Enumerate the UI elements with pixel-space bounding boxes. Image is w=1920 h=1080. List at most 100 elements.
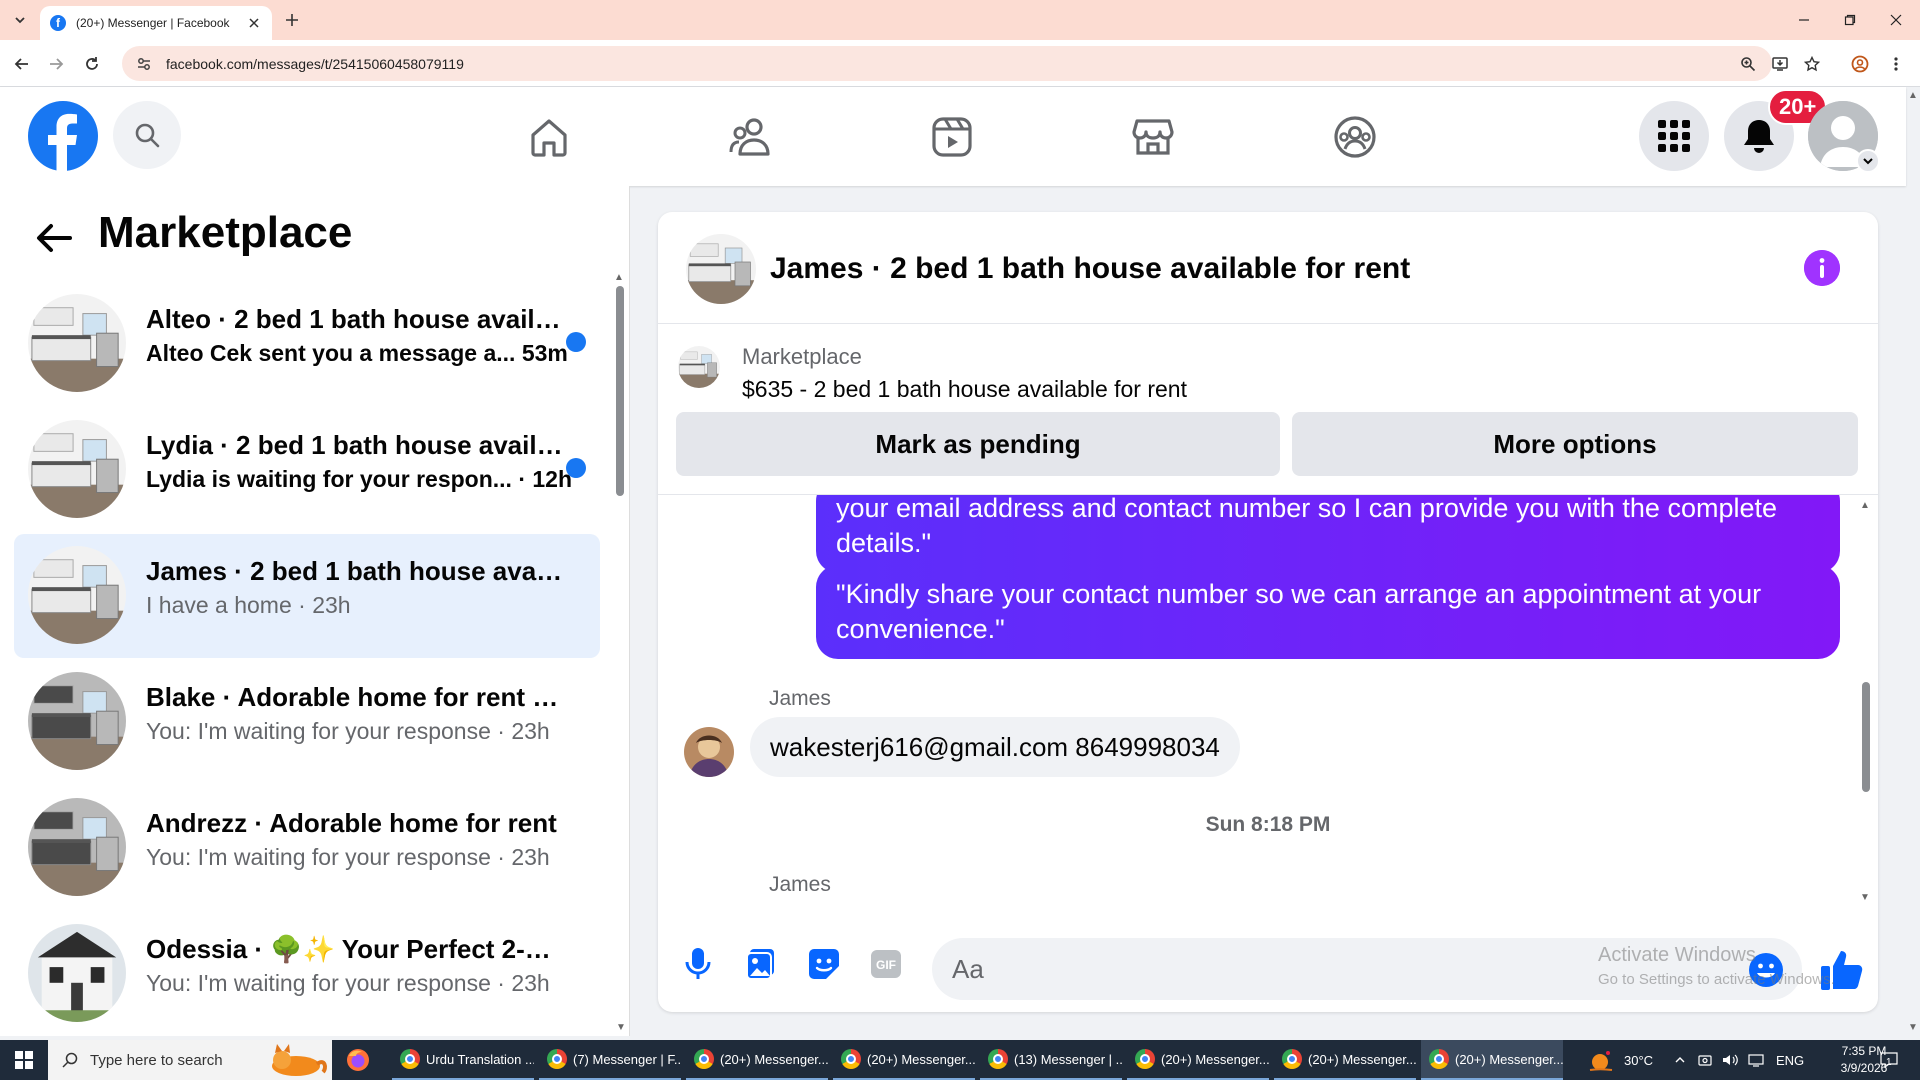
- windows-start-button[interactable]: [0, 1040, 48, 1080]
- taskbar-search-icon: [62, 1052, 78, 1068]
- reload-icon[interactable]: [80, 52, 104, 76]
- taskbar-window-item[interactable]: (20+) Messenger...: [1127, 1040, 1269, 1080]
- incoming-message[interactable]: wakesterj616@gmail.com 8649998034: [750, 717, 1240, 777]
- conversation-preview: You: I'm waiting for your response · 23h: [146, 970, 550, 996]
- conversation-thumbnail: [28, 924, 126, 1022]
- tray-icons[interactable]: ENG: [1674, 1040, 1804, 1080]
- thread-scrollbar[interactable]: [1862, 682, 1870, 792]
- tab-title: (20+) Messenger | Facebook: [76, 16, 230, 30]
- facebook-logo-icon[interactable]: [28, 101, 98, 171]
- site-info-icon[interactable]: [136, 56, 152, 72]
- attach-photo-button[interactable]: [739, 942, 783, 986]
- conversation-info-button[interactable]: [1804, 250, 1840, 286]
- home-icon: [531, 119, 567, 157]
- search-highlight-fox-icon[interactable]: [262, 1042, 328, 1078]
- facebook-header: 20+: [0, 87, 1906, 186]
- input-language[interactable]: ENG: [1776, 1053, 1804, 1068]
- forward-arrow-icon[interactable]: [44, 52, 68, 76]
- chrome-icon: [988, 1049, 1008, 1069]
- voice-clip-button[interactable]: [676, 942, 720, 986]
- nav-friends-button[interactable]: [723, 109, 779, 165]
- taskbar-window-item[interactable]: (20+) Messenger...: [1274, 1040, 1416, 1080]
- conversation-title: James · 2 bed 1 bath house available for…: [146, 556, 566, 586]
- sidebar-scrollbar[interactable]: [616, 286, 624, 496]
- new-tab-plus-icon[interactable]: [280, 8, 304, 32]
- zoom-icon[interactable]: [1736, 52, 1760, 76]
- bookmark-star-icon[interactable]: [1800, 52, 1824, 76]
- conversation-item[interactable]: Blake · Adorable home for rent 2 bed You:…: [14, 660, 600, 784]
- thread-scroll-down-arrow[interactable]: ▼: [1860, 892, 1870, 903]
- taskbar-window-item[interactable]: (7) Messenger | F...: [539, 1040, 681, 1080]
- browser-menu-icon[interactable]: [1884, 52, 1908, 76]
- close-tab-icon[interactable]: [246, 15, 262, 31]
- mark-as-pending-button[interactable]: Mark as pending: [676, 412, 1280, 476]
- sidebar-scroll-up-arrow[interactable]: ▲: [614, 272, 626, 283]
- message-thread: your email address and contact number so…: [658, 494, 1878, 916]
- nav-home-button[interactable]: [521, 109, 577, 165]
- url-text[interactable]: facebook.com/messages/t/2541506045807911…: [166, 56, 464, 72]
- restore-window-icon[interactable]: [1838, 8, 1862, 32]
- marketplace-label: Marketplace: [742, 344, 862, 369]
- taskbar-window-item[interactable]: (20+) Messenger...: [1421, 1040, 1563, 1080]
- back-button[interactable]: [30, 214, 78, 262]
- conversation-preview: You: I'm waiting for your response · 23h: [146, 844, 550, 870]
- grid-menu-icon: [1658, 120, 1690, 152]
- firefox-icon[interactable]: [346, 1048, 370, 1072]
- conversation-item[interactable]: Lydia · 2 bed 1 bath house available for…: [14, 408, 600, 532]
- tab-search-dropdown-icon[interactable]: [8, 8, 32, 32]
- conversation-item[interactable]: James · 2 bed 1 bath house available for…: [14, 534, 600, 658]
- sidebar-title: Marketplace: [98, 208, 353, 257]
- marketplace-listing-thumbnail[interactable]: [678, 346, 720, 388]
- conversation-title: Odessia · 🌳✨ Your Perfect 2-Bedroom: [146, 934, 566, 964]
- profile-avatar-icon[interactable]: [1848, 52, 1872, 76]
- menu-apps-button[interactable]: [1639, 101, 1709, 171]
- page-scroll-up-arrow[interactable]: ▲: [1908, 90, 1918, 101]
- search-button[interactable]: [113, 101, 181, 169]
- volume-icon[interactable]: [1722, 1053, 1738, 1067]
- nav-video-button[interactable]: [924, 109, 980, 165]
- conversation-preview: I have a home · 23h: [146, 592, 351, 618]
- taskbar-window-item[interactable]: (13) Messenger | ...: [980, 1040, 1122, 1080]
- notification-center-button[interactable]: 1: [1880, 1040, 1898, 1080]
- sticker-button[interactable]: [802, 942, 846, 986]
- nav-groups-button[interactable]: [1327, 109, 1383, 165]
- sender-avatar[interactable]: [684, 727, 734, 777]
- taskbar-window-item[interactable]: (20+) Messenger...: [686, 1040, 828, 1080]
- minimize-window-icon[interactable]: [1792, 8, 1816, 32]
- browser-tab-active[interactable]: f (20+) Messenger | Facebook: [40, 6, 272, 40]
- chevron-up-icon[interactable]: [1674, 1054, 1686, 1066]
- install-app-icon[interactable]: [1768, 52, 1792, 76]
- conversation-item[interactable]: Alteo · 2 bed 1 bath house available for…: [14, 282, 600, 406]
- taskbar-window-label: (20+) Messenger...: [1455, 1051, 1563, 1067]
- gif-button[interactable]: GIF: [864, 942, 908, 986]
- omnibox[interactable]: facebook.com/messages/t/2541506045807911…: [122, 46, 1772, 81]
- more-options-button[interactable]: More options: [1292, 412, 1858, 476]
- chrome-icon: [694, 1049, 714, 1069]
- close-window-icon[interactable]: [1884, 8, 1908, 32]
- outgoing-message[interactable]: "Kindly share your contact number so we …: [816, 565, 1840, 659]
- taskbar-search-placeholder: Type here to search: [90, 1051, 223, 1069]
- weather-icon: [1589, 1051, 1613, 1071]
- nav-marketplace-button[interactable]: [1125, 109, 1181, 165]
- conversation-thumbnail: [28, 294, 126, 392]
- conversation-item[interactable]: Andrezz · Adorable home for rent You: I'm…: [14, 786, 600, 910]
- taskbar-window-item[interactable]: Urdu Translation ...: [392, 1040, 534, 1080]
- chat-header: James · 2 bed 1 bath house available for…: [658, 212, 1878, 324]
- microphone-icon: [685, 948, 711, 979]
- photo-icon: [746, 949, 774, 980]
- network-icon[interactable]: [1748, 1053, 1764, 1067]
- page-scroll-down-arrow[interactable]: ▼: [1908, 1022, 1918, 1033]
- taskbar-window-item[interactable]: (20+) Messenger...: [833, 1040, 975, 1080]
- listing-thumbnail[interactable]: [686, 234, 756, 304]
- thread-scroll-up-arrow[interactable]: ▲: [1860, 500, 1870, 511]
- chat-title[interactable]: James · 2 bed 1 bath house available for…: [770, 252, 1410, 286]
- sidebar-scroll-down-arrow[interactable]: ▼: [616, 1022, 626, 1033]
- account-chevron-down-icon[interactable]: [1856, 149, 1880, 173]
- weather-widget[interactable]: 30°C: [1588, 1040, 1653, 1080]
- listing-price-title[interactable]: $635 - 2 bed 1 bath house available for …: [742, 376, 1187, 403]
- outgoing-message[interactable]: your email address and contact number so…: [816, 495, 1840, 573]
- meet-now-icon[interactable]: [1698, 1053, 1712, 1067]
- taskbar-window-label: (20+) Messenger...: [867, 1051, 975, 1067]
- back-arrow-icon[interactable]: [10, 52, 34, 76]
- conversation-item[interactable]: Odessia · 🌳✨ Your Perfect 2-Bedroom You: …: [14, 912, 600, 1036]
